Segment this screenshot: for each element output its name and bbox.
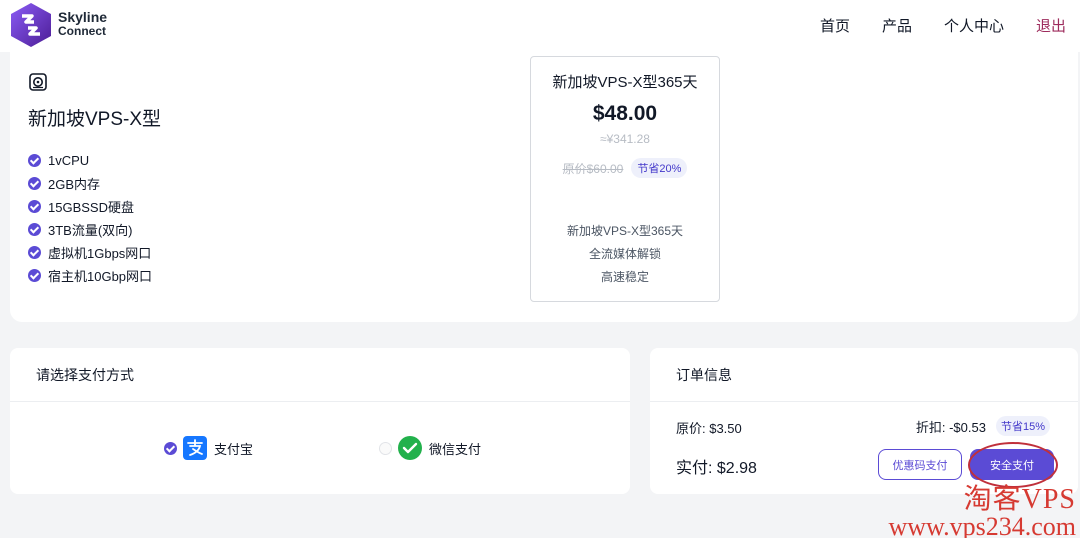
alipay-icon xyxy=(183,436,207,460)
payment-option-label: 微信支付 xyxy=(429,441,482,457)
payment-method-card: 请选择支付方式 支付宝 微信支付 xyxy=(10,348,630,494)
payment-option-wechat[interactable]: 微信支付 xyxy=(379,436,481,460)
brand-line-2: Connect xyxy=(58,24,106,38)
discount-badge: 节省15% xyxy=(995,416,1050,436)
feature-label: 宿主机10Gbp网口 xyxy=(48,269,153,284)
skyline-logo-icon[interactable] xyxy=(10,2,52,48)
radio-checked-icon[interactable] xyxy=(164,441,177,455)
radio-unchecked-icon[interactable] xyxy=(379,441,392,455)
watermark-line-2: www.vps234.com xyxy=(888,512,1076,538)
feature-item: 15GBSSD硬盘 xyxy=(28,195,152,218)
check-circle-icon xyxy=(28,223,41,236)
brand-line-1: Skyline xyxy=(58,9,108,25)
order-info-title: 订单信息 xyxy=(650,348,1078,402)
plan-price: $48.00 xyxy=(592,102,658,125)
order-discount-row: 折扣: -$0.53 节省15% xyxy=(916,416,1050,436)
plan-price-cny: ≈¥341.28 xyxy=(600,132,650,146)
check-circle-icon xyxy=(28,200,41,213)
check-circle-icon xyxy=(28,269,41,282)
top-navbar: Skyline Connect 首页 产品 个人中心 退出 xyxy=(0,0,1080,52)
product-card: 新加坡VPS-X型 1vCPU 2GB内存 15GBSSD硬盘 3TB流量(双向… xyxy=(10,52,1078,322)
product-title: 新加坡VPS-X型 xyxy=(28,109,162,130)
coupon-pay-button[interactable]: 优惠码支付 xyxy=(878,449,962,480)
plan-desc-line: 全流媒体解锁 xyxy=(588,247,661,261)
save-badge: 节省20% xyxy=(631,158,688,178)
feature-label: 虚拟机1Gbps网口 xyxy=(48,246,152,261)
payment-method-title: 请选择支付方式 xyxy=(10,348,630,402)
feature-item: 宿主机10Gbp网口 xyxy=(28,264,152,287)
nav-home[interactable]: 首页 xyxy=(820,15,850,36)
plan-original-row: 原价$60.00 节省20% xyxy=(531,158,719,178)
nav-user-center[interactable]: 个人中心 xyxy=(944,15,1004,36)
plan-original-price: 原价$60.00 xyxy=(562,161,624,176)
plan-description: 新加坡VPS-X型365天 全流媒体解锁 高速稳定 xyxy=(531,220,719,289)
payment-option-label: 支付宝 xyxy=(214,441,254,457)
feature-item: 3TB流量(双向) xyxy=(28,218,152,241)
brand-name: Skyline Connect xyxy=(58,10,107,38)
wechat-icon xyxy=(398,436,422,460)
plan-summary-box: 新加坡VPS-X型365天 $48.00 ≈¥341.28 原价$60.00 节… xyxy=(530,56,720,302)
feature-list: 1vCPU 2GB内存 15GBSSD硬盘 3TB流量(双向) 虚拟机1Gbps… xyxy=(28,149,152,287)
plan-desc-line: 新加坡VPS-X型365天 xyxy=(566,224,684,238)
feature-label: 15GBSSD硬盘 xyxy=(48,200,134,215)
order-total: 实付: $2.98 xyxy=(676,460,757,477)
order-info-card: 订单信息 原价: $3.50 折扣: -$0.53 节省15% 实付: $2.9… xyxy=(650,348,1078,494)
nav-products[interactable]: 产品 xyxy=(882,15,912,36)
main-nav: 首页 产品 个人中心 退出 xyxy=(820,15,1066,36)
feature-item: 虚拟机1Gbps网口 xyxy=(28,241,152,264)
nav-logout[interactable]: 退出 xyxy=(1036,15,1066,36)
feature-label: 2GB内存 xyxy=(48,177,101,192)
feature-label: 1vCPU xyxy=(48,153,90,168)
payment-option-alipay[interactable]: 支付宝 xyxy=(164,436,253,460)
feature-label: 3TB流量(双向) xyxy=(48,223,133,238)
feature-item: 1vCPU xyxy=(28,149,152,172)
feature-item: 2GB内存 xyxy=(28,172,152,195)
order-original-price: 原价: $3.50 xyxy=(676,421,742,436)
plan-desc-line: 高速稳定 xyxy=(600,270,649,284)
check-circle-icon xyxy=(28,246,41,259)
server-icon xyxy=(29,73,47,91)
plan-name: 新加坡VPS-X型365天 xyxy=(552,74,698,91)
order-discount: 折扣: -$0.53 xyxy=(915,419,986,435)
secure-pay-button[interactable]: 安全支付 xyxy=(970,449,1054,480)
check-circle-icon xyxy=(28,177,41,190)
check-circle-icon xyxy=(28,154,41,167)
